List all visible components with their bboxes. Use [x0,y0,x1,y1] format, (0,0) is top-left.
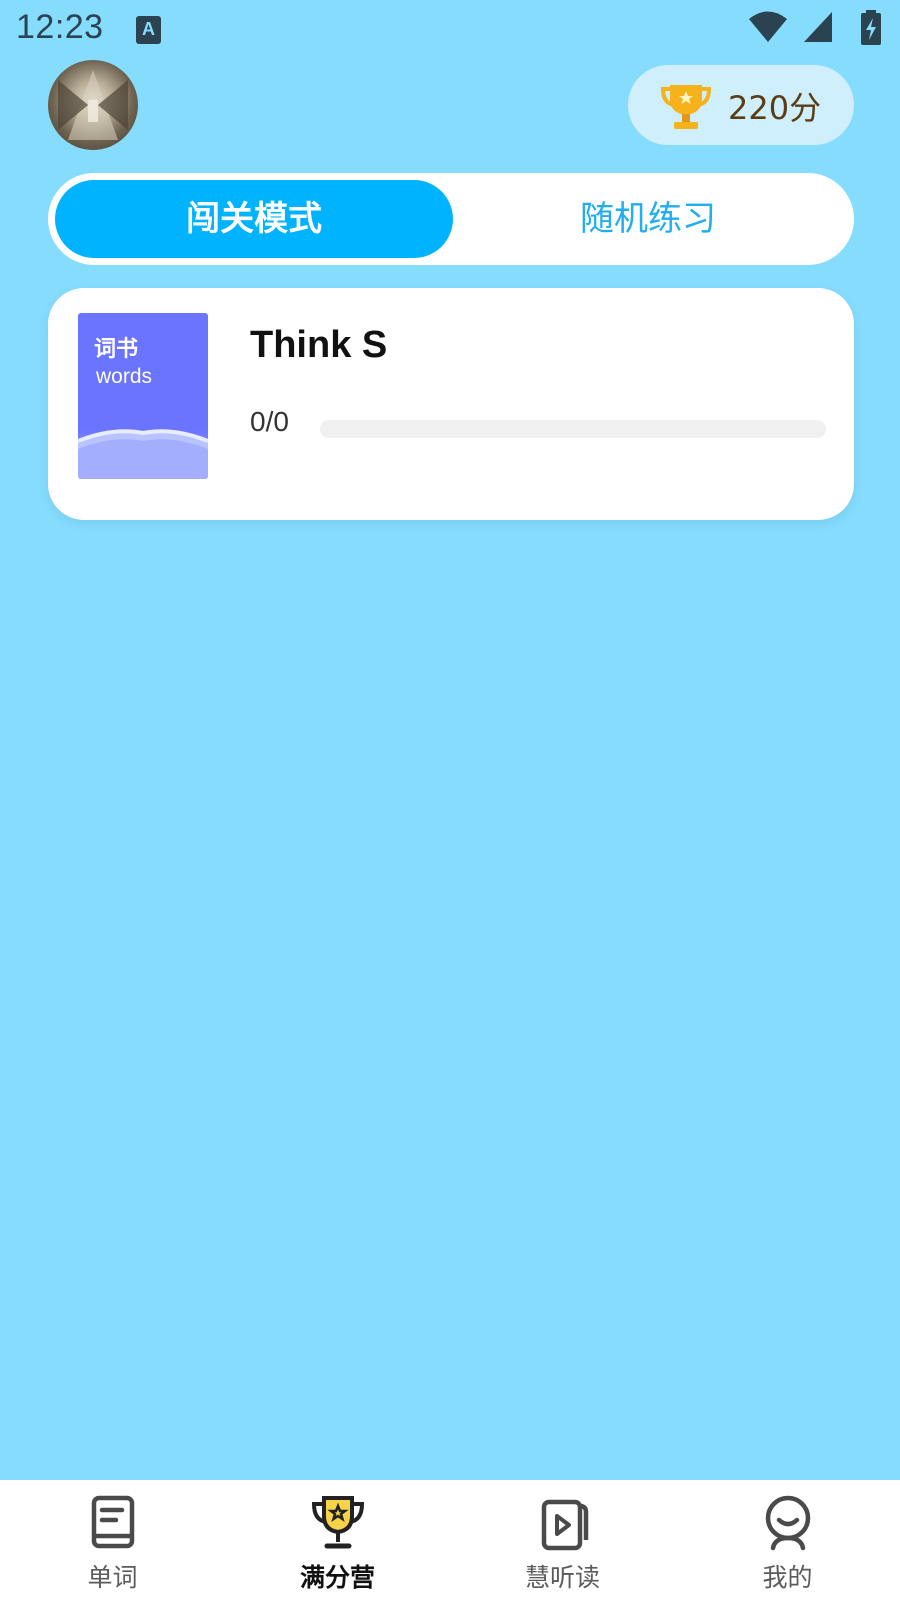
profile-icon [765,1495,811,1551]
video-book-icon [541,1499,589,1551]
cover-title-en: words [96,365,153,388]
bottom-nav: 单词 满分营 慧听读 我的 [0,1480,900,1600]
nav-item-words[interactable]: 单词 [0,1480,225,1600]
nav-item-mine[interactable]: 我的 [675,1480,900,1600]
progress-count: 0/0 [250,406,289,437]
book-title: Think S [250,324,388,366]
nav-label-listen-read: 慧听读 [524,1563,600,1592]
cover-title-cn: 词书 [94,337,139,362]
trophy-icon [311,1496,365,1549]
battery-icon [861,10,881,45]
avatar[interactable] [48,60,138,150]
progress-bar [320,420,826,438]
avatar-image [58,70,128,140]
notification-a-icon: A [136,16,161,44]
book-cover: 词书 words [78,313,208,479]
open-book-icon [78,429,208,479]
nav-label-mine: 我的 [762,1563,813,1592]
wifi-icon [749,11,787,42]
score-badge[interactable]: 220分 [628,65,854,145]
tab-challenge-mode[interactable]: 闯关模式 [55,180,453,258]
status-bar: 12:23 A [0,0,900,60]
signal-icon [804,12,832,42]
nav-item-listen-read[interactable]: 慧听读 [450,1480,675,1600]
book-card[interactable]: 词书 words Think S 0/0 [48,288,854,520]
mode-tabs: 闯关模式 随机练习 [48,173,854,265]
nav-item-full-score-camp[interactable]: 满分营 [225,1480,450,1600]
score-value: 220分 [728,89,822,127]
nav-label-words: 单词 [87,1563,138,1592]
tab-random-practice[interactable]: 随机练习 [449,180,847,258]
status-time: 12:23 [16,8,104,46]
trophy-icon [660,85,712,129]
nav-label-full-score-camp: 满分营 [299,1563,375,1592]
book-icon [91,1495,135,1549]
